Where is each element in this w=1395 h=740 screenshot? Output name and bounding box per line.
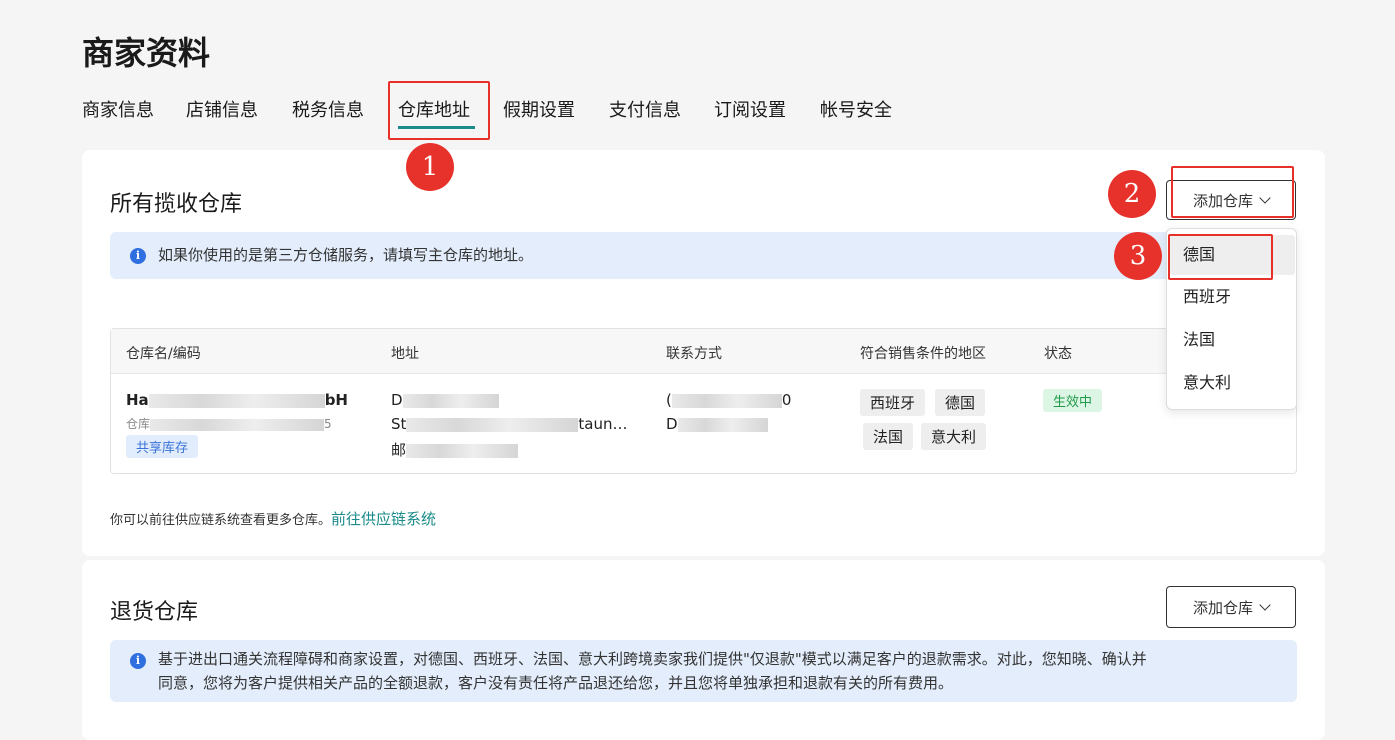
contact-line-2-start: D <box>666 415 678 433</box>
add-return-warehouse-button[interactable]: 添加仓库 <box>1166 586 1296 628</box>
pickup-warehouse-table: 仓库名/编码 地址 联系方式 符合销售条件的地区 状态 Ha bH 仓库 5 共享库… <box>110 328 1297 474</box>
redacted-block <box>406 443 519 458</box>
redacted-block <box>671 393 782 408</box>
address-line-2-start: St <box>391 415 407 433</box>
warehouse-name: Ha bH <box>126 391 348 409</box>
return-info-line-2: 同意，您将为客户提供相关产品的全额退款，客户没有责任将产品退还给您，并且您将单独… <box>158 674 954 692</box>
add-return-warehouse-label: 添加仓库 <box>1192 598 1253 617</box>
warehouse-code-end: 5 <box>324 417 332 431</box>
supply-chain-note-text: 你可以前往供应链系统查看更多仓库。 <box>110 513 332 528</box>
info-icon: i <box>130 653 146 669</box>
warehouse-code-start: 仓库 <box>126 417 151 431</box>
redacted-block <box>402 393 499 408</box>
tab-store-info[interactable]: 店铺信息 <box>186 96 258 122</box>
tab-account-security[interactable]: 帐号安全 <box>820 96 892 122</box>
column-header-name: 仓库名/编码 <box>126 346 201 362</box>
add-warehouse-dropdown: 德国 西班牙 法国 意大利 <box>1166 228 1297 410</box>
region-tag-italy: 意大利 <box>921 423 987 450</box>
chevron-down-icon <box>1259 599 1271 611</box>
return-info-banner: i 基于进出口通关流程障碍和商家设置，对德国、西班牙、法国、意大利跨境卖家我们提… <box>110 640 1297 702</box>
warehouse-name-end: bH <box>324 391 348 409</box>
column-header-status: 状态 <box>1044 346 1072 362</box>
region-tag-spain: 西班牙 <box>860 389 926 416</box>
contact-line-1-end: 0 <box>781 391 792 409</box>
return-info-line-1: 基于进出口通关流程障碍和商家设置，对德国、西班牙、法国、意大利跨境卖家我们提供"… <box>158 650 1147 668</box>
pickup-section-title: 所有揽收仓库 <box>110 192 243 217</box>
redacted-block <box>677 417 768 432</box>
return-section-title: 退货仓库 <box>110 600 199 625</box>
tab-payment-info[interactable]: 支付信息 <box>609 96 681 122</box>
shared-inventory-tag: 共享库存 <box>126 435 199 458</box>
redacted-block <box>150 418 325 431</box>
region-tag-germany: 德国 <box>935 389 986 416</box>
dropdown-item-spain[interactable]: 西班牙 <box>1167 277 1296 317</box>
column-header-address: 地址 <box>391 346 419 362</box>
address-line-1-start: D <box>391 391 403 409</box>
chevron-down-icon <box>1259 192 1271 204</box>
supply-chain-link[interactable]: 前往供应链系统 <box>331 510 436 528</box>
table-header: 仓库名/编码 地址 联系方式 符合销售条件的地区 状态 <box>111 329 1296 374</box>
contact-line-1: (0 <box>666 391 791 409</box>
address-line-3: 邮 <box>391 439 519 460</box>
status-badge: 生效中 <box>1043 389 1103 412</box>
return-warehouse-card: 退货仓库 添加仓库 i 基于进出口通关流程障碍和商家设置，对德国、西班牙、法国、… <box>82 560 1325 740</box>
address-line-3-start: 邮 <box>391 441 407 459</box>
tab-merchant-info[interactable]: 商家信息 <box>82 96 154 122</box>
column-header-regions: 符合销售条件的地区 <box>860 346 986 362</box>
column-header-contact: 联系方式 <box>666 346 722 362</box>
address-line-2-end: taun… <box>578 415 628 433</box>
redacted-block <box>406 417 579 432</box>
tab-warehouse-address[interactable]: 仓库地址 <box>398 96 470 122</box>
annotation-marker-3: 3 <box>1114 232 1162 280</box>
warehouse-code: 仓库 5 <box>126 415 332 432</box>
warehouse-name-start: Ha <box>126 391 149 409</box>
add-pickup-warehouse-label: 添加仓库 <box>1192 191 1253 210</box>
active-tab-indicator <box>398 126 475 129</box>
info-icon: i <box>130 248 146 264</box>
address-line-2: St taun… <box>391 415 628 433</box>
dropdown-item-italy[interactable]: 意大利 <box>1167 363 1296 403</box>
dropdown-item-france[interactable]: 法国 <box>1167 320 1296 360</box>
pickup-info-text: 如果你使用的是第三方仓储服务，请填写主仓库的地址。 <box>158 246 534 264</box>
tab-tax-info[interactable]: 税务信息 <box>292 96 364 122</box>
address-line-1: D <box>391 391 499 409</box>
dropdown-item-germany[interactable]: 德国 <box>1170 235 1295 275</box>
annotation-marker-1: 1 <box>406 143 454 191</box>
region-tag-france: 法国 <box>863 423 914 450</box>
tab-subscription-settings[interactable]: 订阅设置 <box>714 96 786 122</box>
tab-holiday-settings[interactable]: 假期设置 <box>503 96 575 122</box>
contact-line-2: D <box>666 415 768 433</box>
add-pickup-warehouse-button[interactable]: 添加仓库 <box>1166 180 1296 220</box>
annotation-marker-2: 2 <box>1108 170 1156 218</box>
redacted-block <box>148 393 325 408</box>
page-title: 商家资料 <box>82 34 211 72</box>
return-info-text: 基于进出口通关流程障碍和商家设置，对德国、西班牙、法国、意大利跨境卖家我们提供"… <box>158 647 1283 695</box>
supply-chain-note: 你可以前往供应链系统查看更多仓库。前往供应链系统 <box>110 508 436 529</box>
